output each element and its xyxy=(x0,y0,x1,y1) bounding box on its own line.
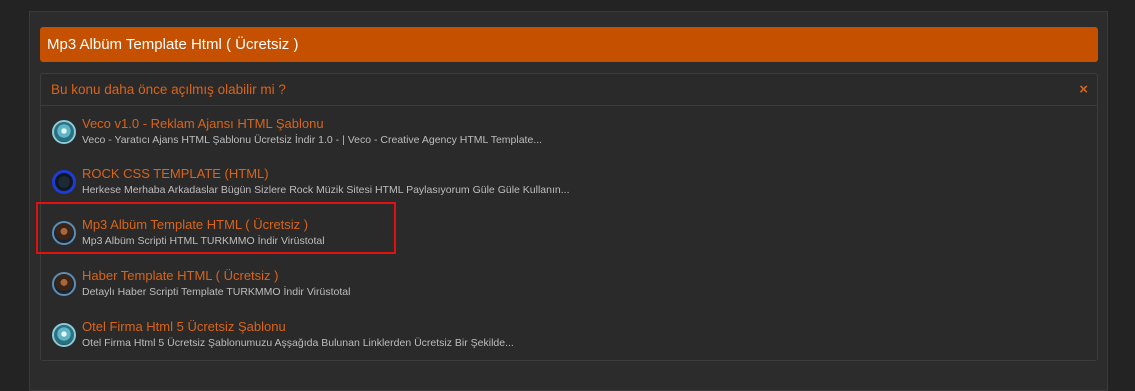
list-item-title[interactable]: Veco v1.0 - Reklam Ajansı HTML Şablonu xyxy=(82,116,324,131)
similar-threads-heading: Bu konu daha önce açılmış olabilir mi ? xyxy=(51,82,286,97)
avatar xyxy=(52,170,76,194)
list-item-description: Veco - Yaratıcı Ajans HTML Şablonu Ücret… xyxy=(82,134,543,146)
list-item[interactable]: Otel Firma Html 5 Ücretsiz Şablonu Otel … xyxy=(49,316,1049,356)
list-item-description: Otel Firma Html 5 Ücretsiz Şablonumuzu A… xyxy=(82,337,514,349)
list-item-title[interactable]: ROCK CSS TEMPLATE (HTML) xyxy=(82,166,269,181)
list-item[interactable]: Haber Template HTML ( Ücretsiz ) Detaylı… xyxy=(49,265,1049,305)
list-item-description: Detaylı Haber Scripti Template TURKMMO İ… xyxy=(82,286,351,298)
avatar xyxy=(52,120,76,144)
list-item[interactable]: Veco v1.0 - Reklam Ajansı HTML Şablonu V… xyxy=(49,113,1049,153)
list-item[interactable]: ROCK CSS TEMPLATE (HTML) Herkese Merhaba… xyxy=(49,163,1049,203)
list-item-title[interactable]: Haber Template HTML ( Ücretsiz ) xyxy=(82,268,279,283)
thread-title-bar: Mp3 Albüm Template Html ( Ücretsiz ) xyxy=(40,27,1098,62)
highlight-box xyxy=(36,202,396,254)
avatar xyxy=(52,323,76,347)
avatar xyxy=(52,272,76,296)
list-item-title[interactable]: Otel Firma Html 5 Ücretsiz Şablonu xyxy=(82,319,286,334)
thread-title: Mp3 Albüm Template Html ( Ücretsiz ) xyxy=(47,36,299,53)
similar-threads-header: Bu konu daha önce açılmış olabilir mi ? … xyxy=(41,74,1097,106)
close-icon[interactable]: × xyxy=(1079,74,1088,105)
list-item-description: Herkese Merhaba Arkadaslar Bügün Sizlere… xyxy=(82,184,570,196)
